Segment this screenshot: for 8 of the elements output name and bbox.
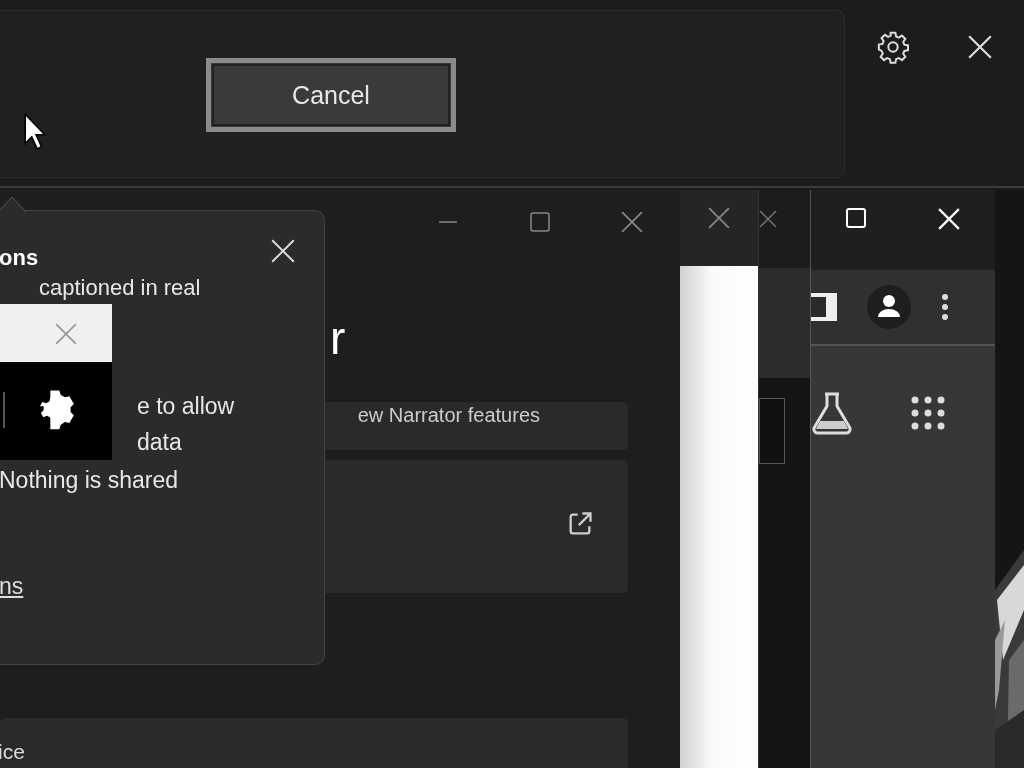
card-label: ew Narrator features (357, 404, 540, 427)
card-label: ice (0, 740, 25, 764)
popup-text: captioned in real (39, 275, 201, 301)
popup-title: ons (0, 245, 39, 271)
popup-text: data (137, 429, 182, 456)
popup-text: Nothing is shared (0, 467, 178, 494)
popup-text: e to allow (137, 393, 235, 420)
page-title: r (330, 315, 346, 361)
